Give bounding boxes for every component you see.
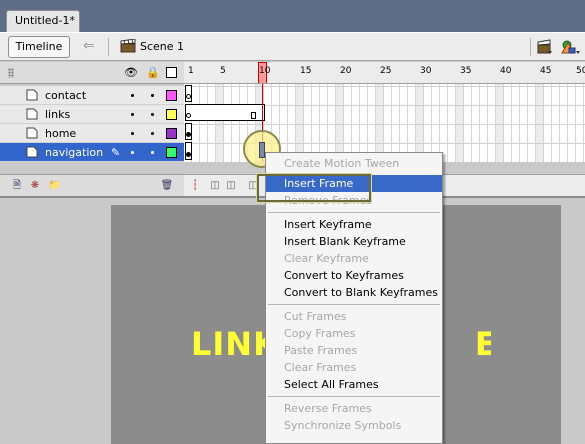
- menu-item-convert-to-blank-keyframes[interactable]: Convert to Blank Keyframes: [266, 284, 442, 301]
- toolbar-divider: [530, 38, 531, 56]
- layer-controls-bar: 🗎 ❋ 📁 🗑: [0, 174, 184, 196]
- ruler-label: 40: [500, 66, 512, 76]
- panel-grip[interactable]: [8, 68, 14, 78]
- menu-item-clear-frames[interactable]: Clear Frames: [266, 359, 442, 376]
- frame-column-marker: [456, 84, 464, 162]
- menu-item-insert-keyframe[interactable]: Insert Keyframe: [266, 216, 442, 233]
- layer-color-swatch[interactable]: [166, 109, 177, 120]
- frame-column-marker: [536, 84, 544, 162]
- menu-item-copy-frames[interactable]: Copy Frames: [266, 325, 442, 342]
- layer-page-icon: [26, 127, 38, 139]
- document-tab-label: Untitled-1*: [15, 14, 75, 27]
- menu-item-insert-blank-keyframe[interactable]: Insert Blank Keyframe: [266, 233, 442, 250]
- scene-label[interactable]: Scene 1: [140, 40, 184, 53]
- menu-separator: [268, 396, 440, 397]
- empty-keyframe[interactable]: [186, 94, 191, 99]
- menu-item-synchronize-symbols[interactable]: Synchronize Symbols: [266, 417, 442, 434]
- stage-text-right: ERE: [474, 325, 491, 363]
- pencil-icon: ✎: [111, 146, 121, 159]
- layers-header: 👁 🔒: [0, 62, 184, 84]
- back-arrow-icon[interactable]: ⇐: [83, 37, 99, 55]
- current-frame-label: 10: [259, 66, 271, 76]
- empty-keyframe[interactable]: [186, 113, 191, 118]
- keyframe[interactable]: [186, 152, 191, 157]
- document-tab[interactable]: Untitled-1*: [6, 10, 80, 34]
- add-layer-icon[interactable]: 🗎: [10, 179, 24, 193]
- layer-name: links: [45, 108, 71, 121]
- layer-page-icon: [26, 89, 38, 101]
- frame-column-marker: [376, 84, 384, 162]
- layer-color-swatch[interactable]: [166, 128, 177, 139]
- layer-page-icon: [26, 108, 38, 120]
- document-tab-strip: Untitled-1*: [0, 0, 585, 34]
- layer-name: home: [45, 127, 77, 140]
- menu-item-cut-frames[interactable]: Cut Frames: [266, 308, 442, 325]
- menu-item-create-motion-tween[interactable]: Create Motion Tween: [266, 155, 442, 172]
- ruler-label: 20: [340, 66, 352, 76]
- edit-symbol-icon[interactable]: [560, 39, 580, 55]
- menu-item-select-all-frames[interactable]: Select All Frames: [266, 376, 442, 393]
- menu-item-clear-keyframe[interactable]: Clear Keyframe: [266, 250, 442, 267]
- layer-row-links[interactable]: links: [0, 105, 184, 124]
- edit-bar: Timeline ⇐ Scene 1: [0, 32, 585, 61]
- ruler-label: 30: [420, 66, 432, 76]
- visibility-dot[interactable]: [131, 94, 134, 97]
- frame-span[interactable]: [185, 142, 192, 160]
- menu-item-reverse-frames[interactable]: Reverse Frames: [266, 400, 442, 417]
- layer-page-icon: [26, 146, 38, 158]
- ruler-label: 25: [380, 66, 392, 76]
- center-frame-icon[interactable]: ┆: [188, 179, 202, 193]
- ruler-label: 15: [300, 66, 312, 76]
- lock-dot[interactable]: [151, 132, 154, 135]
- span-end-marker: [251, 112, 256, 119]
- toolbar-divider: [108, 38, 109, 56]
- visibility-dot[interactable]: [131, 132, 134, 135]
- timeline-button[interactable]: Timeline: [8, 36, 70, 58]
- visibility-dot[interactable]: [131, 151, 134, 154]
- ruler-label: 50: [576, 66, 585, 76]
- frame-column-marker: [416, 84, 424, 162]
- insert-layer-folder-icon[interactable]: 📁: [48, 179, 62, 193]
- layer-name: contact: [45, 89, 87, 102]
- edit-scene-icon[interactable]: [537, 39, 553, 55]
- outline-square-icon[interactable]: [166, 67, 177, 78]
- insert-frame-callout: [257, 174, 371, 202]
- layer-name: navigation: [45, 146, 104, 159]
- menu-separator: [268, 304, 440, 305]
- visibility-dot[interactable]: [131, 113, 134, 116]
- layer-row-home[interactable]: home: [0, 124, 184, 143]
- add-motion-guide-icon[interactable]: ❋: [28, 179, 42, 193]
- eye-icon[interactable]: 👁: [124, 66, 138, 79]
- onion-skin-icon[interactable]: ◫: [208, 179, 222, 193]
- layer-color-swatch[interactable]: [166, 90, 177, 101]
- lock-dot[interactable]: [151, 94, 154, 97]
- lock-icon[interactable]: 🔒: [146, 66, 160, 79]
- menu-item-convert-to-keyframes[interactable]: Convert to Keyframes: [266, 267, 442, 284]
- frame-ruler[interactable]: 1 5 10 15 20 25 30 35 40 45 50: [184, 62, 585, 84]
- frame-column-marker: [496, 84, 504, 162]
- frame-column-marker: [216, 84, 224, 162]
- layer-row-contact[interactable]: contact: [0, 86, 184, 105]
- ruler-label: 45: [540, 66, 552, 76]
- lock-dot[interactable]: [151, 151, 154, 154]
- ruler-label: 5: [220, 66, 226, 76]
- trash-icon[interactable]: 🗑: [160, 179, 174, 193]
- frame-column-marker: [296, 84, 304, 162]
- clapperboard-icon: [120, 39, 136, 53]
- layer-color-swatch[interactable]: [166, 147, 177, 158]
- keyframe[interactable]: [186, 132, 191, 137]
- ruler-label: 1: [188, 66, 194, 76]
- layer-row-navigation[interactable]: navigation ✎: [0, 143, 184, 162]
- ruler-label: 35: [460, 66, 472, 76]
- lock-dot[interactable]: [151, 113, 154, 116]
- onion-skin-outlines-icon[interactable]: ◫: [224, 179, 238, 193]
- menu-item-paste-frames[interactable]: Paste Frames: [266, 342, 442, 359]
- menu-separator: [268, 212, 440, 213]
- frame-column-marker: [336, 84, 344, 162]
